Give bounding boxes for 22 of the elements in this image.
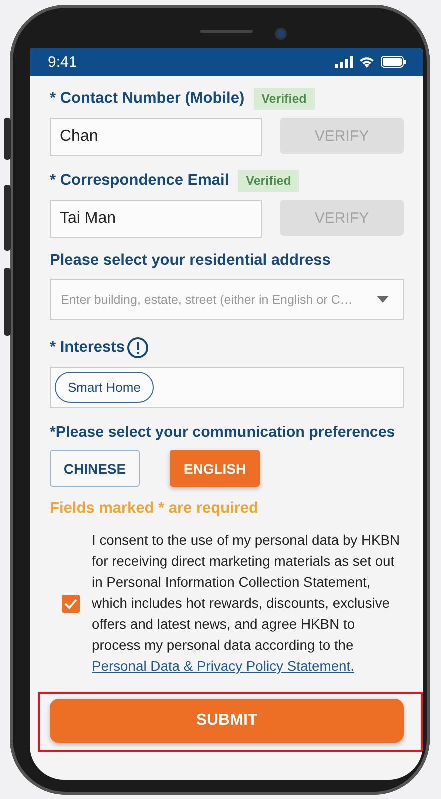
field-label: * Contact Number (Mobile) [50, 90, 245, 108]
language-option[interactable]: CHINESE [50, 450, 140, 487]
caret-icon [377, 296, 389, 303]
policy-link[interactable]: Personal Data & Privacy Policy Statement. [92, 658, 354, 674]
verified-badge: Verified [238, 170, 300, 192]
interest-tag[interactable]: Smart Home [55, 372, 154, 403]
camera-icon [275, 28, 287, 40]
signal-icon [335, 56, 353, 68]
battery-icon [381, 56, 407, 68]
field-label: * Correspondence Email [50, 172, 230, 190]
wifi-icon [359, 56, 375, 68]
verified-badge: Verified [254, 88, 315, 110]
speaker-slit [200, 30, 253, 33]
required-note: Fields marked * are required [50, 500, 260, 518]
field-label: * Interests [50, 339, 125, 357]
field-label: Please select your residential address [50, 252, 332, 270]
status-time: 9:41 [48, 54, 78, 70]
interests-field[interactable]: Smart Home [50, 367, 404, 408]
info-icon[interactable] [126, 337, 149, 359]
field-label: *Please select your communication preferences [50, 424, 396, 441]
consent-checkbox[interactable] [62, 594, 80, 612]
consent-text: I consent to the use of my personal data by HKBN for receiving direct marketing materials as set out in Personal Information Collection Statement, which includes hot rewards, discounts, exclusive offers and latest news, and agree HKBN to process my personal data according to the Personal Data & Privacy Policy Statement. [92, 531, 402, 676]
